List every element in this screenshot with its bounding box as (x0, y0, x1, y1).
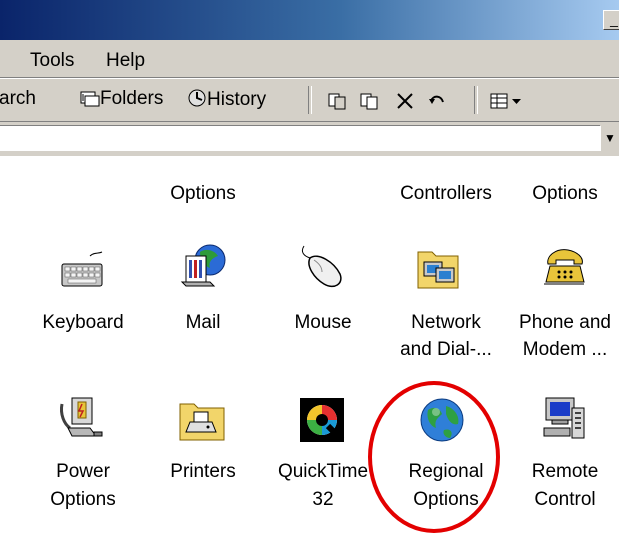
quicktime-icon (300, 398, 345, 443)
phone-icon (544, 249, 585, 285)
item-label-line2: Options (50, 489, 116, 510)
item-label-line1: Remote (531, 461, 599, 482)
folders-label: Folders (100, 88, 164, 109)
views-icon (490, 93, 521, 109)
toolbar: arch Folders History (0, 78, 619, 122)
toolbar-separator (474, 86, 478, 114)
item-label-line2: and Dial-... (400, 339, 492, 360)
highlight-circle-annotation (368, 381, 500, 533)
control-panel-view: ▬▬▬▬ ▬▬▬ ▬▬▬ ▬▬▬ ▬▬▬▬ Options Controller… (0, 156, 619, 542)
menu-bar: Tools Help (0, 40, 619, 78)
address-dropdown-button[interactable]: ▼ (600, 126, 619, 151)
move-to-icon[interactable] (328, 92, 346, 110)
item-label-line1: Phone and (519, 312, 611, 333)
search-button[interactable]: arch (0, 88, 36, 110)
undo-icon[interactable] (428, 92, 446, 110)
item-label-line2: 32 (312, 489, 334, 510)
minimize-button[interactable]: _ (603, 10, 619, 30)
copy-to-icon[interactable] (360, 92, 378, 110)
history-button[interactable]: History (187, 88, 266, 111)
mouse-icon (301, 245, 342, 288)
menu-help[interactable]: Help (106, 50, 145, 72)
item-label-line1: QuickTime (277, 461, 369, 482)
history-label: History (207, 89, 267, 110)
delete-icon[interactable] (396, 92, 414, 110)
item-label-line2: Control (534, 489, 596, 510)
remote-control-icon (543, 397, 585, 439)
item-label: Keyboard (42, 312, 124, 333)
views-button[interactable] (490, 92, 524, 110)
item-label-line1: Network (411, 312, 481, 333)
window-title-bar: _ (0, 0, 619, 40)
menu-tools[interactable]: Tools (30, 50, 74, 72)
power-options-partial-label[interactable]: Options (143, 180, 263, 207)
mail-icon (180, 244, 226, 287)
item-label-line2: Modem ... (522, 339, 608, 360)
folders-button[interactable]: Folders (80, 88, 163, 110)
item-label: Mail (185, 312, 221, 333)
item-label: Mouse (294, 312, 352, 333)
address-bar: ▼ (0, 122, 619, 156)
printers-icon (179, 403, 225, 441)
network-icon (417, 251, 459, 289)
search-label: arch (0, 88, 36, 109)
folders-icon (80, 91, 100, 107)
address-input[interactable] (0, 125, 600, 151)
game-controllers-partial-label[interactable]: Controllers (386, 180, 506, 207)
power-options-icon (60, 397, 103, 437)
toolbar-separator (308, 86, 312, 114)
item-label-line1: Power (56, 461, 110, 482)
item-label: Printers (170, 461, 236, 482)
internet-options-partial-label[interactable]: Options (505, 180, 619, 207)
history-icon (188, 89, 206, 107)
keyboard-icon (61, 251, 103, 287)
